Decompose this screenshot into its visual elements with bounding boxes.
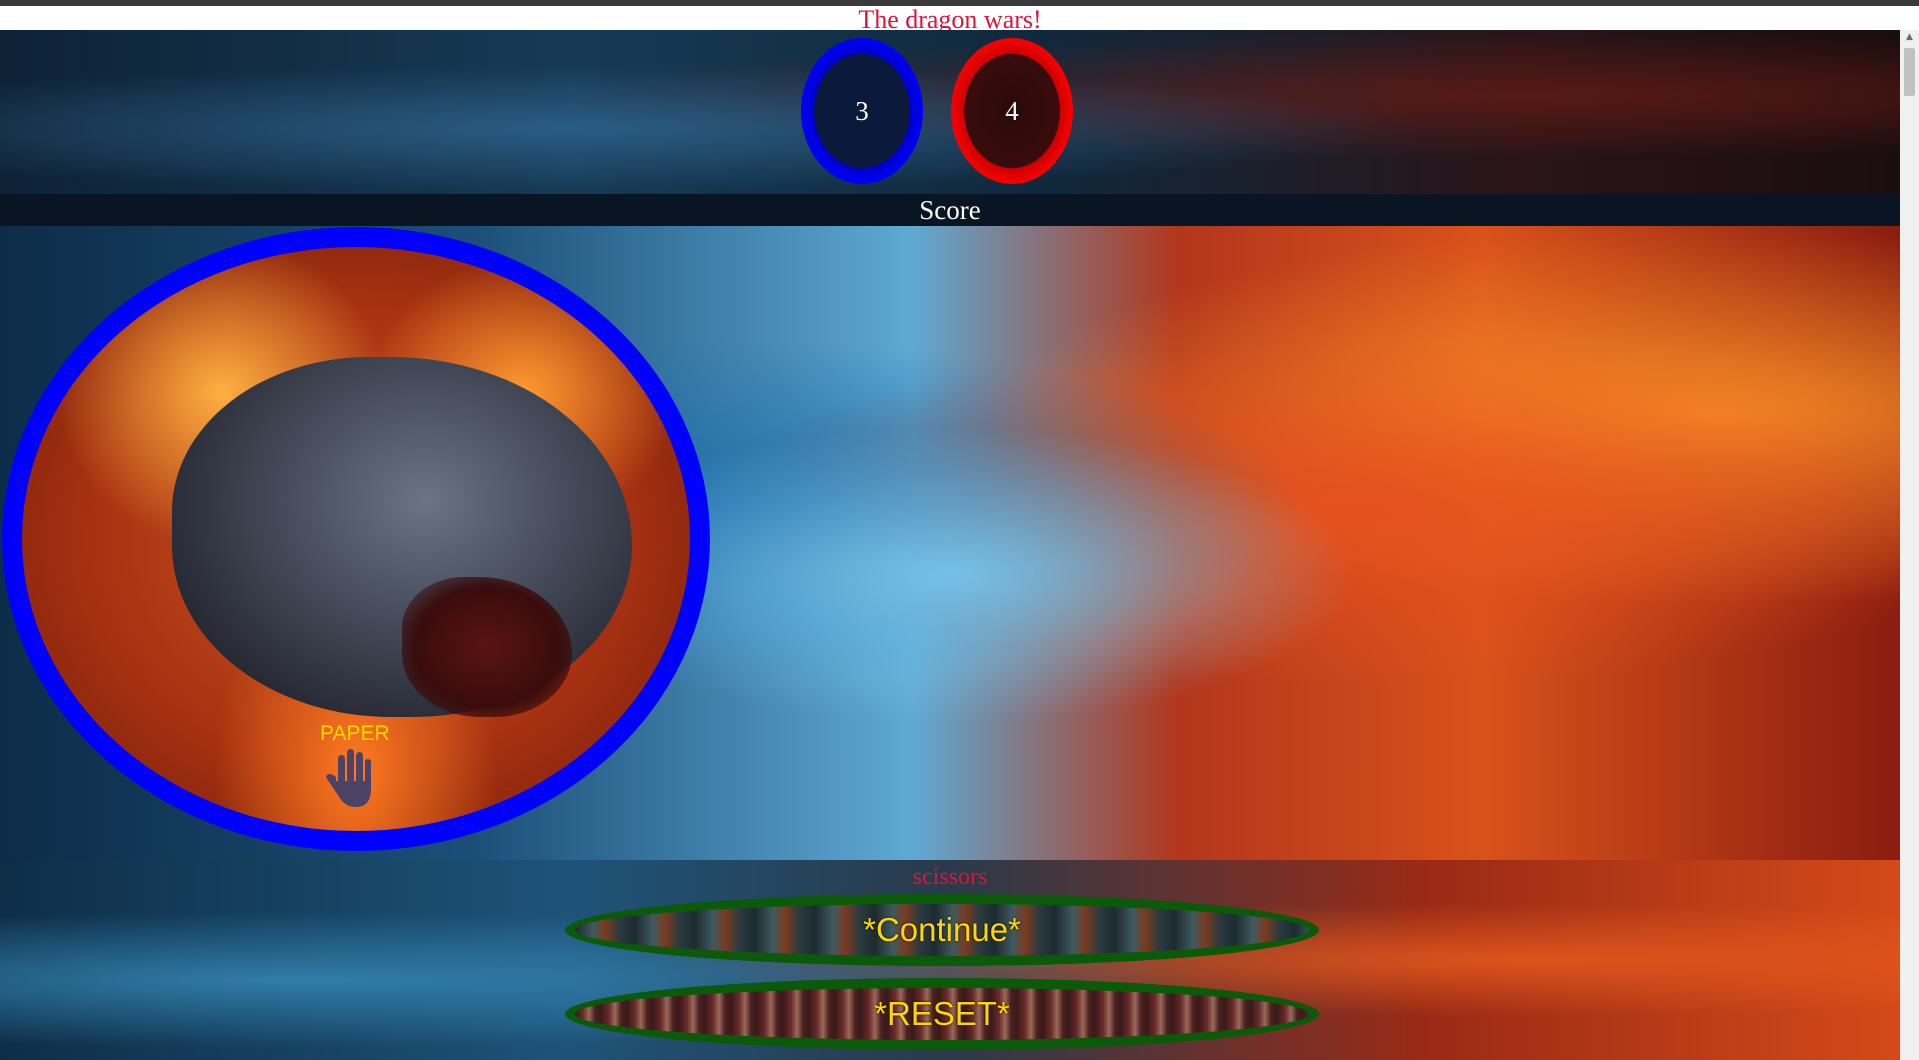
reset-button[interactable]: *RESET* [565,978,1319,1050]
scroll-up-arrow-icon[interactable]: ▲ [1904,32,1915,42]
title-bar: The dragon wars! [0,6,1919,34]
continue-button-label: *Continue* [863,911,1021,948]
background-image-top [0,30,1900,194]
score-label: Score [919,195,981,225]
scrollbar-thumb[interactable] [1904,48,1915,96]
computer-score: 4 [1005,95,1019,126]
continue-button[interactable]: *Continue* [565,894,1319,966]
reset-button-label: *RESET* [874,995,1010,1032]
player-dragon-portrait: PAPER [2,227,710,851]
vertical-scrollbar[interactable] [1900,30,1919,1060]
computer-score-ring: 4 [951,38,1073,184]
computer-choice-label: scissors [912,864,988,890]
player-choice-label: PAPER [320,722,390,745]
hand-paper-icon [326,749,371,807]
player-score-ring: 3 [801,38,923,184]
game-page: The dragon wars! 3 4 Score PAPER scissor… [0,0,1919,1060]
player-score: 3 [855,95,869,126]
